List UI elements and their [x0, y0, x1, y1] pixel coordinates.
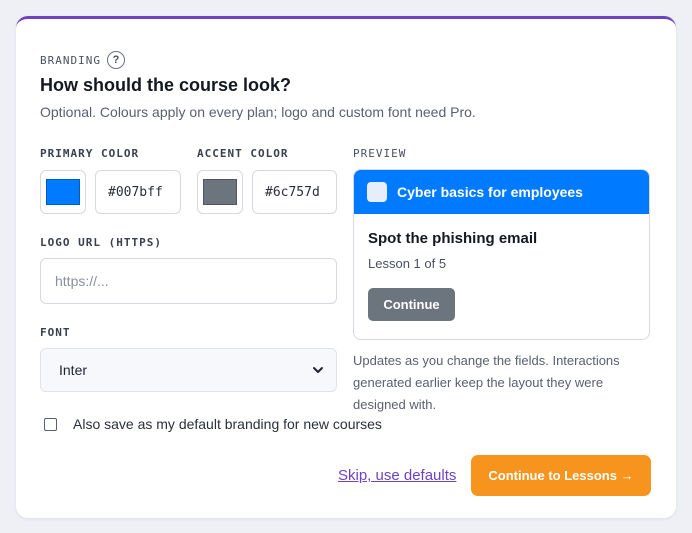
preview-header: Cyber basics for employees — [354, 170, 649, 214]
default-branding-checkbox[interactable] — [44, 417, 57, 431]
preview-lesson-count: Lesson 1 of 5 — [368, 256, 447, 271]
default-branding-label[interactable]: Also save as my default branding for new… — [73, 416, 382, 432]
preview-label: PREVIEW — [353, 147, 407, 160]
font-select[interactable]: Inter — [40, 348, 337, 392]
primary-color-hex-input[interactable] — [95, 170, 181, 214]
font-select-value: Inter — [59, 362, 88, 378]
skip-defaults-link[interactable]: Skip, use defaults — [338, 467, 456, 484]
section-label: BRANDING ? — [40, 51, 125, 69]
primary-color-picker[interactable] — [40, 170, 86, 214]
accent-color-swatch — [203, 179, 237, 205]
section-label-text: BRANDING — [40, 53, 101, 67]
logo-url-input[interactable] — [40, 258, 337, 304]
accent-color-picker[interactable] — [197, 170, 243, 214]
logo-url-label: LOGO URL (HTTPS) — [40, 236, 162, 249]
primary-color-label: PRIMARY COLOR — [40, 147, 140, 160]
branding-card: BRANDING ? How should the course look? O… — [16, 16, 676, 518]
page-subtitle: Optional. Colours apply on every plan; l… — [40, 104, 476, 120]
preview-course-title: Cyber basics for employees — [397, 184, 583, 200]
preview-logo-placeholder — [367, 182, 387, 202]
preview-continue-button: Continue — [368, 288, 455, 321]
default-branding-option[interactable]: Also save as my default branding for new… — [44, 416, 382, 432]
preview-card: Cyber basics for employees Spot the phis… — [353, 169, 650, 340]
page-title: How should the course look? — [40, 75, 292, 95]
accent-color-label: ACCENT COLOR — [197, 147, 289, 160]
font-label: FONT — [40, 326, 71, 339]
help-icon[interactable]: ? — [106, 51, 125, 69]
continue-to-lessons-button[interactable]: Continue to Lessons → — [471, 455, 651, 496]
preview-note: Updates as you change the fields. Intera… — [353, 353, 620, 412]
primary-color-swatch — [46, 179, 80, 205]
preview-lesson-title: Spot the phishing email — [368, 230, 538, 247]
chevron-down-icon — [313, 367, 323, 373]
accent-color-hex-input[interactable] — [252, 170, 337, 214]
